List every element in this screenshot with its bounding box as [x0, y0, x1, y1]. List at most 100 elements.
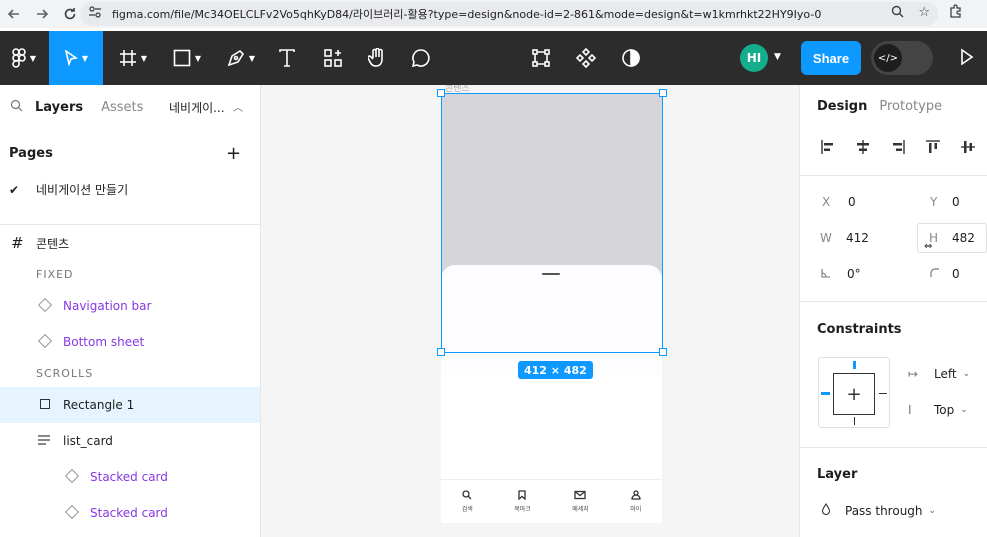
comment-tool-button[interactable] — [406, 31, 436, 85]
width-field[interactable]: W 412 — [820, 231, 869, 245]
layer-rectangle[interactable]: Rectangle 1 — [0, 387, 260, 423]
avatar[interactable]: HI — [740, 44, 768, 72]
design-canvas[interactable]: 콘텐츠 412 × 482 검색 북마크 메세지 마이 — [261, 85, 799, 537]
share-button[interactable]: Share — [801, 41, 861, 75]
file-name[interactable]: 네비게이... — [169, 99, 225, 116]
nav-label: 메세지 — [572, 506, 589, 513]
align-right-icon[interactable] — [890, 139, 906, 159]
navigation-bar[interactable]: 검색 북마크 메세지 마이 — [441, 479, 662, 523]
layer-section[interactable]: FIXED — [0, 256, 260, 292]
hand-tool-button[interactable] — [362, 31, 392, 85]
divider — [800, 175, 987, 176]
present-icon[interactable] — [960, 48, 974, 70]
tab-assets[interactable]: Assets — [101, 100, 143, 115]
align-left-icon[interactable] — [820, 139, 836, 159]
x-value[interactable]: 0 — [848, 195, 856, 209]
frame-tool-button[interactable]: ▼ — [110, 31, 156, 85]
layer-autolayout[interactable]: list_card — [0, 423, 260, 459]
chevron-down-icon: ▼ — [29, 53, 37, 63]
page-item[interactable]: ✔ 네비게이션 만들기 — [9, 181, 128, 198]
add-page-button[interactable]: + — [226, 143, 241, 164]
constraint-bottom[interactable] — [854, 417, 855, 425]
y-value[interactable]: 0 — [952, 195, 960, 209]
tab-design[interactable]: Design — [817, 99, 867, 114]
resize-cursor-icon: ⇔ — [924, 241, 933, 252]
divider — [800, 447, 987, 448]
horizontal-constraint-select[interactable]: ↦ Left ⌄ — [908, 367, 970, 381]
layer-section[interactable]: SCROLLS — [0, 355, 260, 391]
address-bar[interactable]: figma.com/file/Mc34OELCLFv2Vo5qhKyD84/라이… — [80, 2, 938, 26]
layer-component[interactable]: Stacked card — [0, 459, 260, 495]
nav-label: 마이 — [630, 506, 642, 513]
vertical-constraint-value[interactable]: Top — [934, 403, 954, 417]
nav-item-my[interactable]: 마이 — [630, 490, 641, 513]
contrast-button[interactable] — [616, 31, 646, 85]
pen-tool-button[interactable]: ▼ — [218, 31, 264, 85]
dev-mode-toggle[interactable]: </> — [871, 41, 933, 75]
resources-button[interactable] — [318, 31, 348, 85]
w-value[interactable]: 412 — [846, 231, 869, 245]
vertical-constraint-select[interactable]: Ι Top ⌄ — [908, 403, 968, 417]
plus-icon[interactable]: + — [833, 373, 875, 415]
blend-mode-value[interactable]: Pass through — [845, 504, 923, 518]
main-menu-button[interactable]: ▼ — [0, 31, 48, 85]
selection-box[interactable] — [441, 93, 663, 353]
rotation-value[interactable]: 0° — [847, 267, 861, 281]
constraint-left[interactable] — [821, 392, 830, 395]
cursor-icon — [64, 50, 78, 66]
site-settings-icon[interactable] — [88, 6, 102, 22]
reload-icon[interactable] — [58, 2, 82, 26]
shape-tool-button[interactable]: ▼ — [164, 31, 210, 85]
resize-handle[interactable] — [437, 89, 445, 97]
layer-label: Navigation bar — [63, 299, 152, 313]
corner-radius-field[interactable]: 0 — [930, 267, 960, 281]
align-center-icon[interactable] — [855, 139, 871, 159]
chevron-up-icon[interactable]: ︿ — [233, 99, 243, 114]
horizontal-constraint-value[interactable]: Left — [934, 367, 957, 381]
resize-handle[interactable] — [437, 348, 445, 356]
frame-selection-icon — [532, 49, 550, 67]
chevron-down-icon: ⌄ — [960, 405, 968, 415]
resize-handle[interactable] — [659, 348, 667, 356]
constraint-top[interactable] — [853, 361, 856, 369]
y-field[interactable]: Y 0 — [930, 195, 960, 209]
move-tool-button[interactable]: ▼ — [49, 31, 103, 85]
constraints-title: Constraints — [817, 322, 902, 337]
w-label: W — [820, 231, 832, 245]
tab-layers[interactable]: Layers — [35, 100, 83, 115]
component-instance-icon — [37, 297, 63, 313]
search-icon[interactable] — [10, 99, 23, 116]
vertical-constraint-icon: Ι — [908, 403, 912, 417]
layer-component[interactable]: Navigation bar — [0, 288, 260, 324]
text-tool-button[interactable] — [272, 31, 302, 85]
y-label: Y — [930, 195, 938, 209]
bookmark-star-icon[interactable]: ☆ — [918, 5, 930, 22]
align-middle-icon[interactable] — [960, 139, 976, 159]
horizontal-constraint-icon: ↦ — [908, 367, 919, 381]
forward-icon[interactable] — [30, 2, 54, 26]
create-component-button[interactable] — [571, 31, 601, 85]
blend-mode-select[interactable]: Pass through ⌄ — [821, 503, 936, 518]
nav-item-search[interactable]: 검색 — [462, 490, 473, 513]
constraint-right[interactable] — [879, 393, 887, 394]
height-field[interactable]: H 482 — [929, 231, 975, 245]
h-value[interactable]: 482 — [952, 231, 975, 245]
rotation-field[interactable]: 0° — [821, 267, 861, 281]
radius-value[interactable]: 0 — [952, 267, 960, 281]
constraint-widget[interactable]: + — [818, 357, 890, 428]
dimension-badge: 412 × 482 — [518, 361, 593, 379]
extensions-icon[interactable] — [948, 4, 962, 22]
nav-label: 검색 — [461, 506, 473, 513]
zoom-icon[interactable] — [891, 5, 904, 22]
x-field[interactable]: X 0 — [822, 195, 856, 209]
align-top-icon[interactable] — [925, 139, 941, 159]
url-text[interactable]: figma.com/file/Mc34OELCLFv2Vo5qhKyD84/라이… — [112, 6, 821, 22]
layer-component[interactable]: Stacked card — [0, 495, 260, 531]
resize-handle[interactable] — [659, 89, 667, 97]
back-icon[interactable] — [2, 2, 26, 26]
chevron-down-icon[interactable]: ▼ — [774, 52, 781, 62]
nav-item-message[interactable]: 메세지 — [572, 490, 589, 513]
nav-item-bookmark[interactable]: 북마크 — [514, 490, 531, 513]
frame-selection-button[interactable] — [526, 31, 556, 85]
tab-prototype[interactable]: Prototype — [879, 99, 942, 114]
